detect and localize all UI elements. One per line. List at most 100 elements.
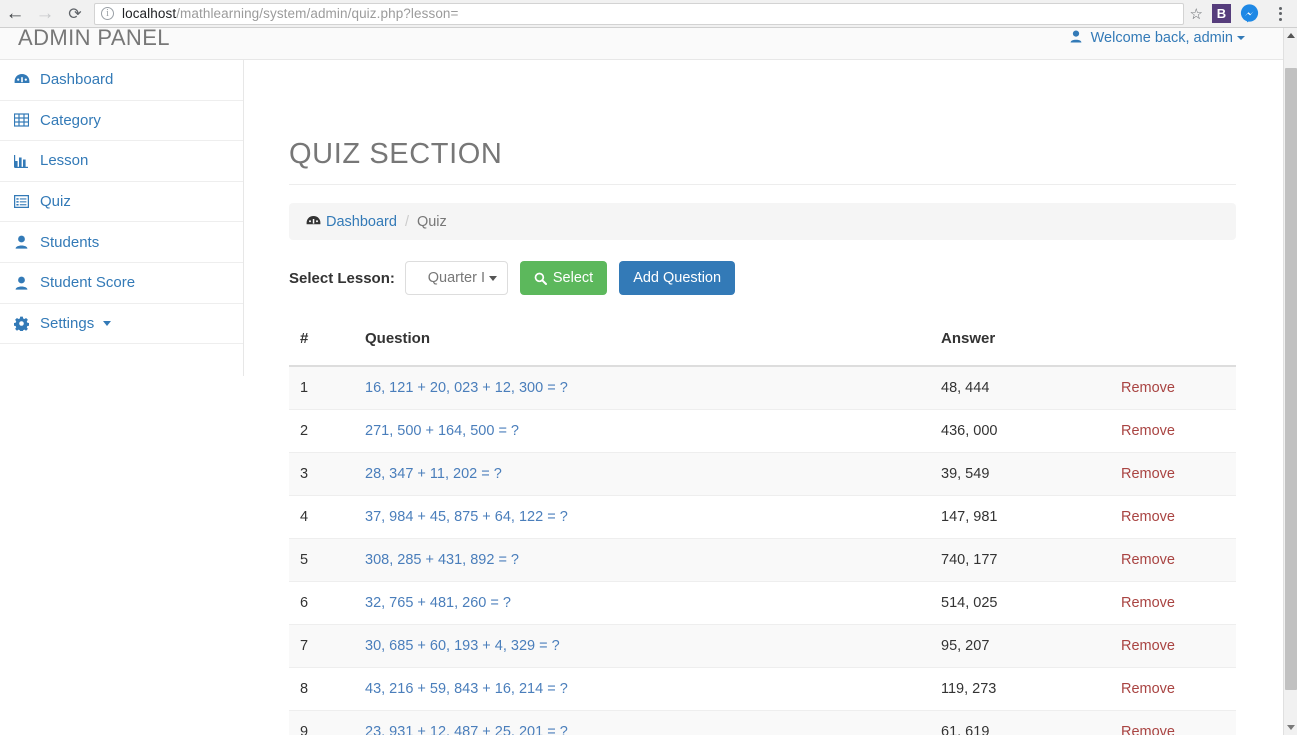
column-header-question: Question [365,322,941,367]
question-link[interactable]: 37, 984 + 45, 875 + 64, 122 = ? [365,509,568,525]
remove-link[interactable]: Remove [1121,681,1175,697]
three-dot-menu-icon[interactable] [1269,6,1291,21]
row-number: 6 [289,581,365,625]
question-link[interactable]: 32, 765 + 481, 260 = ? [365,595,511,611]
row-answer: 147, 981 [941,495,1121,539]
back-arrow-icon: ← [5,2,25,24]
remove-link[interactable]: Remove [1121,380,1175,396]
page-info-icon[interactable]: i [101,7,114,20]
question-link[interactable]: 30, 685 + 60, 193 + 4, 329 = ? [365,638,560,654]
add-question-button[interactable]: Add Question [619,261,736,295]
user-icon [12,235,31,249]
row-answer: 95, 207 [941,624,1121,668]
reload-icon: ⟳ [68,5,82,23]
select-button[interactable]: Select [519,261,608,295]
user-icon [1070,30,1086,46]
question-link[interactable]: 16, 121 + 20, 023 + 12, 300 = ? [365,380,568,396]
sidebar-item-category[interactable]: Category [0,101,243,142]
remove-link[interactable]: Remove [1121,638,1175,654]
table-header-row: # Question Answer [289,322,1236,367]
table-row: 4 37, 984 + 45, 875 + 64, 122 = ? 147, 9… [289,495,1236,539]
url-host: localhost [122,6,177,21]
admin-panel-title: ADMIN PANEL [18,25,170,50]
remove-link[interactable]: Remove [1121,509,1175,525]
row-answer: 48, 444 [941,366,1121,410]
sidebar-item-label: Students [40,233,100,251]
vertical-scrollbar[interactable] [1283,28,1297,735]
row-number: 5 [289,538,365,582]
remove-link[interactable]: Remove [1121,423,1175,439]
user-icon [12,276,31,290]
remove-link[interactable]: Remove [1121,724,1175,735]
remove-link[interactable]: Remove [1121,466,1175,482]
column-header-answer: Answer [941,322,1121,367]
row-answer: 436, 000 [941,409,1121,453]
question-link[interactable]: 271, 500 + 164, 500 = ? [365,423,519,439]
breadcrumb-separator: / [404,213,409,230]
scrollbar-thumb[interactable] [1285,68,1297,690]
list-alt-icon [12,195,31,209]
table-row: 9 23, 931 + 12, 487 + 25, 201 = ? 61, 61… [289,710,1236,735]
sidebar-item-label: Student Score [40,274,136,292]
table-header: # Question Answer [289,322,1236,367]
scroll-down-arrow-icon[interactable] [1284,720,1297,735]
sidebar-item-quiz[interactable]: Quiz [0,182,243,223]
row-number: 8 [289,667,365,711]
menu-dot [1278,6,1282,10]
select-lesson-label: Select Lesson: [289,269,395,287]
row-answer: 61, 619 [941,710,1121,735]
row-answer: 119, 273 [941,667,1121,711]
title-divider [289,184,1236,185]
row-number: 7 [289,624,365,668]
row-number: 2 [289,409,365,453]
search-icon [534,272,547,285]
bookmark-star-icon[interactable]: ☆ [1190,5,1203,23]
sidebar-item-students[interactable]: Students [0,222,243,263]
column-header-number: # [289,322,365,367]
address-bar[interactable]: i localhost/mathlearning/system/admin/qu… [94,2,1184,25]
question-link[interactable]: 23, 931 + 12, 487 + 25, 201 = ? [365,724,568,735]
table-row: 8 43, 216 + 59, 843 + 16, 214 = ? 119, 2… [289,667,1236,711]
forward-arrow-icon: → [35,2,55,24]
question-link[interactable]: 43, 216 + 59, 843 + 16, 214 = ? [365,681,568,697]
table-row: 6 32, 765 + 481, 260 = ? 514, 025 Remove [289,581,1236,625]
main-content: QUIZ SECTION Dashboard / Quiz Select Les… [244,60,1283,735]
table-row: 2 271, 500 + 164, 500 = ? 436, 000 Remov… [289,409,1236,453]
breadcrumb-dashboard-link[interactable]: Dashboard [326,214,397,230]
sidebar-item-dashboard[interactable]: Dashboard [0,60,243,101]
page-title: QUIZ SECTION [289,138,503,170]
reload-button[interactable]: ⟳ [60,0,90,28]
extension-b-icon[interactable]: B [1212,4,1231,23]
sidebar-item-student-score[interactable]: Student Score [0,263,243,304]
row-number: 4 [289,495,365,539]
sidebar-item-lesson[interactable]: Lesson [0,141,243,182]
user-menu[interactable]: Welcome back, admin [1070,30,1245,46]
gear-icon [12,316,31,331]
row-number: 3 [289,452,365,496]
page-viewport: ADMIN PANEL Welcome back, admin Dashboar… [0,25,1297,735]
question-link[interactable]: 308, 285 + 431, 892 = ? [365,552,519,568]
scroll-up-arrow-icon[interactable] [1284,28,1297,43]
row-answer: 514, 025 [941,581,1121,625]
menu-dot [1278,12,1282,15]
row-answer: 740, 177 [941,538,1121,582]
table-icon [12,113,31,127]
row-number: 9 [289,710,365,735]
question-link[interactable]: 28, 347 + 11, 202 = ? [365,466,502,482]
lesson-select-value: Quarter I [427,270,485,286]
select-button-label: Select [552,270,594,286]
chevron-down-icon [488,275,497,281]
remove-link[interactable]: Remove [1121,595,1175,611]
forward-button[interactable]: → [30,0,60,28]
sidebar-item-settings[interactable]: Settings [0,304,243,345]
add-question-label: Add Question [633,270,722,286]
back-button[interactable]: ← [0,0,30,28]
messenger-icon[interactable] [1240,4,1259,23]
url-path: /mathlearning/system/admin/quiz.php?less… [176,6,459,21]
remove-link[interactable]: Remove [1121,552,1175,568]
app-topbar: ADMIN PANEL Welcome back, admin [0,25,1283,60]
lesson-select[interactable]: Quarter I [404,261,508,295]
sidebar-item-label: Category [40,111,101,129]
sidebar-item-label: Quiz [40,193,71,211]
url-text: localhost/mathlearning/system/admin/quiz… [122,6,459,21]
